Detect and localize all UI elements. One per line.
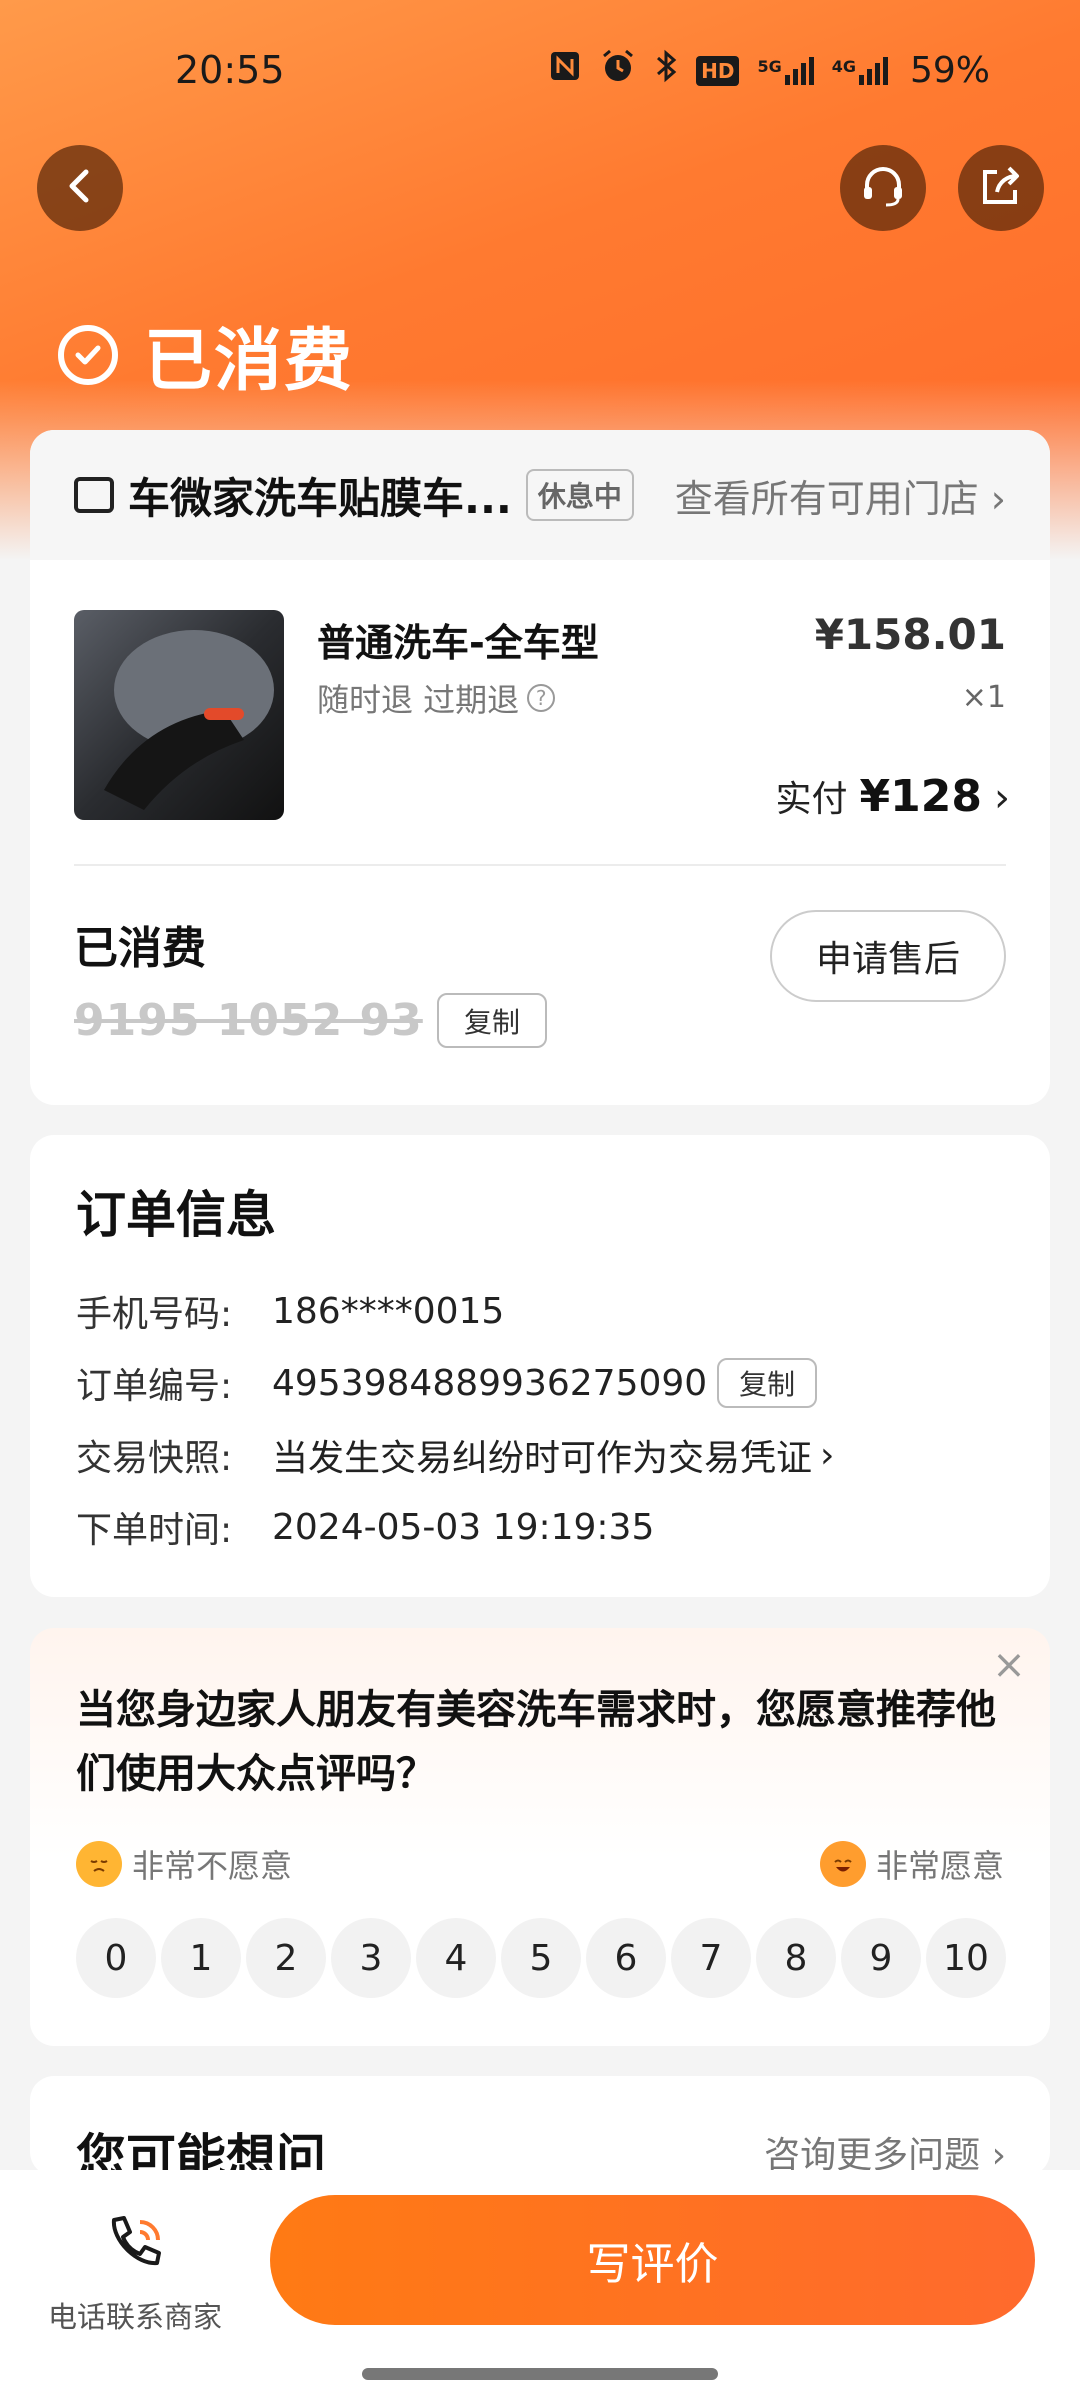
store-icon xyxy=(74,477,114,513)
home-indicator[interactable] xyxy=(362,2368,718,2380)
sad-face-icon xyxy=(76,1841,122,1887)
status-title-text: 已消费 xyxy=(144,322,355,401)
more-questions-link[interactable]: 咨询更多问题 › xyxy=(764,2126,1006,2176)
voucher-status: 已消费 xyxy=(74,923,206,974)
scale-high-label: 非常愿意 xyxy=(819,1841,1004,1887)
info-row-order-time: 下单时间: 2024-05-03 19:19:35 xyxy=(76,1506,655,1552)
order-info-card: 订单信息 手机号码: 186****0015 订单编号: 49539848899… xyxy=(30,1135,1050,1597)
hd-icon: HD xyxy=(696,55,740,86)
share-button[interactable] xyxy=(958,145,1044,231)
faq-title: 您可能想问 xyxy=(76,2129,326,2176)
copy-code-button[interactable]: 复制 xyxy=(437,993,547,1048)
status-time: 20:55 xyxy=(175,48,285,92)
copy-order-number-button[interactable]: 复制 xyxy=(717,1358,818,1408)
happy-face-icon xyxy=(819,1841,866,1887)
nps-option[interactable]: 9 xyxy=(841,1918,921,1998)
nps-scale: 0 1 2 3 4 5 6 7 8 9 10 xyxy=(76,1918,1006,1998)
product-price: ¥158.01 xyxy=(814,610,1006,659)
info-row-phone: 手机号码: 186****0015 xyxy=(76,1290,505,1336)
refund-terms: 随时退 过期退 ? xyxy=(317,675,556,721)
nps-option[interactable]: 6 xyxy=(586,1918,666,1998)
nps-option[interactable]: 0 xyxy=(76,1918,156,1998)
voucher-code: 9195 1052 93 xyxy=(74,995,423,1046)
product-card: 车微家洗车贴膜车... 休息中 查看所有可用门店 › 普通洗车-全车型 随时退 … xyxy=(30,430,1050,1105)
nps-option[interactable]: 8 xyxy=(756,1918,836,1998)
chevron-right-icon: › xyxy=(994,775,1010,821)
nps-option[interactable]: 4 xyxy=(416,1918,496,1998)
status-badge: 休息中 xyxy=(525,469,634,521)
5g-signal-icon: 5G xyxy=(757,56,814,85)
faq-card: 您可能想问 咨询更多问题 › xyxy=(30,2076,1050,2176)
share-icon xyxy=(977,162,1025,214)
after-sale-button[interactable]: 申请售后 xyxy=(770,910,1006,1002)
nps-survey-card: × 当您身边家人朋友有美容洗车需求时，您愿意推荐他们使用大众点评吗？ 非常不愿意… xyxy=(30,1628,1050,2046)
call-merchant-button[interactable]: 电话联系商家 xyxy=(40,2210,230,2336)
paid-amount-row[interactable]: 实付 ¥128 › xyxy=(776,770,1010,822)
chevron-left-icon xyxy=(60,166,100,210)
paid-amount: ¥128 xyxy=(859,771,982,822)
bluetooth-icon xyxy=(654,48,678,93)
chevron-right-icon: › xyxy=(820,1434,835,1476)
order-info-title: 订单信息 xyxy=(76,1186,276,1244)
bottom-action-bar: 电话联系商家 写评价 xyxy=(0,2170,1080,2400)
help-icon[interactable]: ? xyxy=(527,684,556,712)
status-bar: 20:55 HD 5G 4G 59% xyxy=(0,0,1080,130)
nps-option[interactable]: 3 xyxy=(331,1918,411,1998)
product-name: 普通洗车-全车型 xyxy=(317,621,599,665)
order-status-title: 已消费 xyxy=(58,305,354,404)
scale-labels: 非常不愿意 非常愿意 xyxy=(76,1836,1004,1892)
headset-icon xyxy=(858,161,908,215)
all-stores-link[interactable]: 查看所有可用门店 › xyxy=(675,468,1006,523)
nfc-icon xyxy=(548,49,582,92)
product-row[interactable]: 普通洗车-全车型 随时退 过期退 ? ¥158.01 ×1 实付 ¥128 › xyxy=(74,610,1010,830)
customer-service-button[interactable] xyxy=(840,145,926,231)
alarm-icon xyxy=(600,48,636,93)
nps-option[interactable]: 5 xyxy=(501,1918,581,1998)
battery-level: 59% xyxy=(909,50,990,91)
nps-option[interactable]: 2 xyxy=(246,1918,326,1998)
scale-low-label: 非常不愿意 xyxy=(76,1841,292,1887)
nps-option[interactable]: 7 xyxy=(671,1918,751,1998)
divider xyxy=(74,864,1006,866)
chevron-right-icon: › xyxy=(990,476,1006,521)
store-bar[interactable]: 车微家洗车贴膜车... 休息中 查看所有可用门店 › xyxy=(30,430,1050,560)
4g-signal-icon: 4G xyxy=(832,56,888,85)
status-icons: HD 5G 4G 59% xyxy=(548,48,990,93)
product-quantity: ×1 xyxy=(961,680,1006,715)
back-button[interactable] xyxy=(37,145,123,231)
info-row-order-number: 订单编号: 4953984889936275090 复制 xyxy=(76,1357,818,1409)
check-circle-icon xyxy=(58,324,118,385)
phone-icon xyxy=(100,2210,170,2284)
store-name: 车微家洗车贴膜车... xyxy=(128,473,512,523)
info-row-snapshot[interactable]: 交易快照: 当发生交易纠纷时可作为交易凭证 › xyxy=(76,1429,834,1481)
survey-question: 当您身边家人朋友有美容洗车需求时，您愿意推荐他们使用大众点评吗？ xyxy=(76,1687,996,1797)
nps-option[interactable]: 1 xyxy=(161,1918,241,1998)
write-review-button[interactable]: 写评价 xyxy=(270,2195,1035,2325)
product-thumbnail xyxy=(74,610,284,820)
nps-option[interactable]: 10 xyxy=(926,1918,1006,1998)
call-merchant-label: 电话联系商家 xyxy=(47,2300,222,2334)
